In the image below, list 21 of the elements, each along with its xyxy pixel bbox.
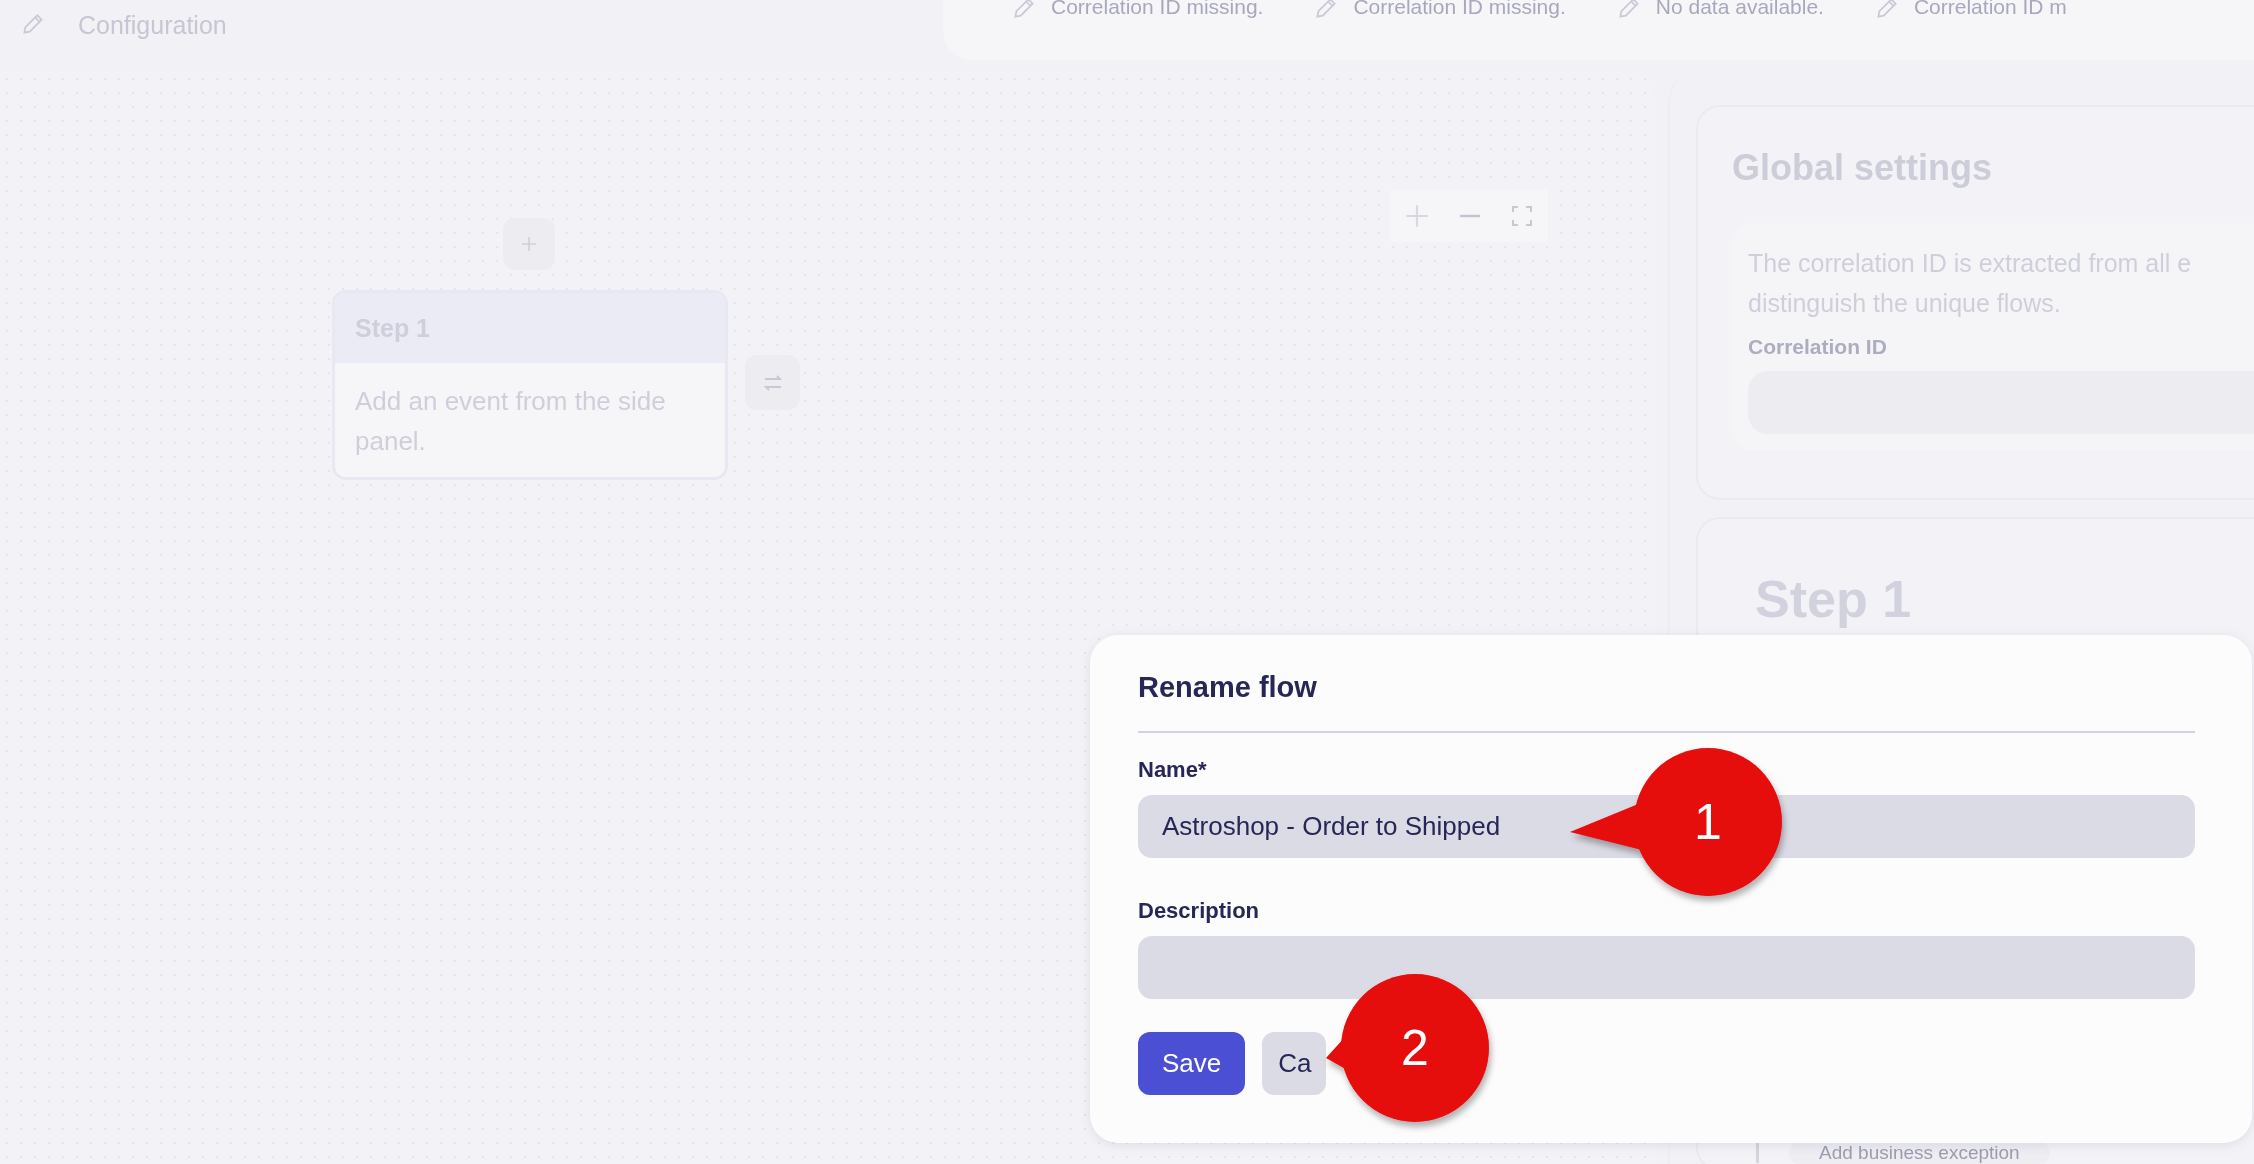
field-label: Description [1138,898,1261,925]
fit-view-button[interactable] [1510,204,1535,228]
plus-icon [519,234,539,254]
save-button[interactable]: Save [1138,1032,1246,1095]
swap-button[interactable] [745,355,800,410]
field-value: Astroshop - Order to Shipped [1162,811,1501,842]
text-field[interactable] [1138,936,2195,999]
plus-icon [1403,203,1430,229]
add-step-button[interactable] [503,218,555,270]
fullscreen-icon [1510,204,1535,228]
cancel-button[interactable]: Ca [1262,1032,1326,1095]
pencil-icon [20,11,46,37]
field-label: Name* [1138,757,1208,784]
dialog-title: Rename flow [1138,671,1318,705]
zoom-out-button[interactable] [1457,214,1483,218]
field-label: Correlation ID [1748,335,1888,359]
pencil-icon [1011,0,1037,21]
zoom-in-button[interactable] [1403,203,1430,229]
callout-number: 2 [1400,1020,1430,1076]
callout-number: 1 [1693,794,1723,850]
minus-icon [1457,214,1483,218]
